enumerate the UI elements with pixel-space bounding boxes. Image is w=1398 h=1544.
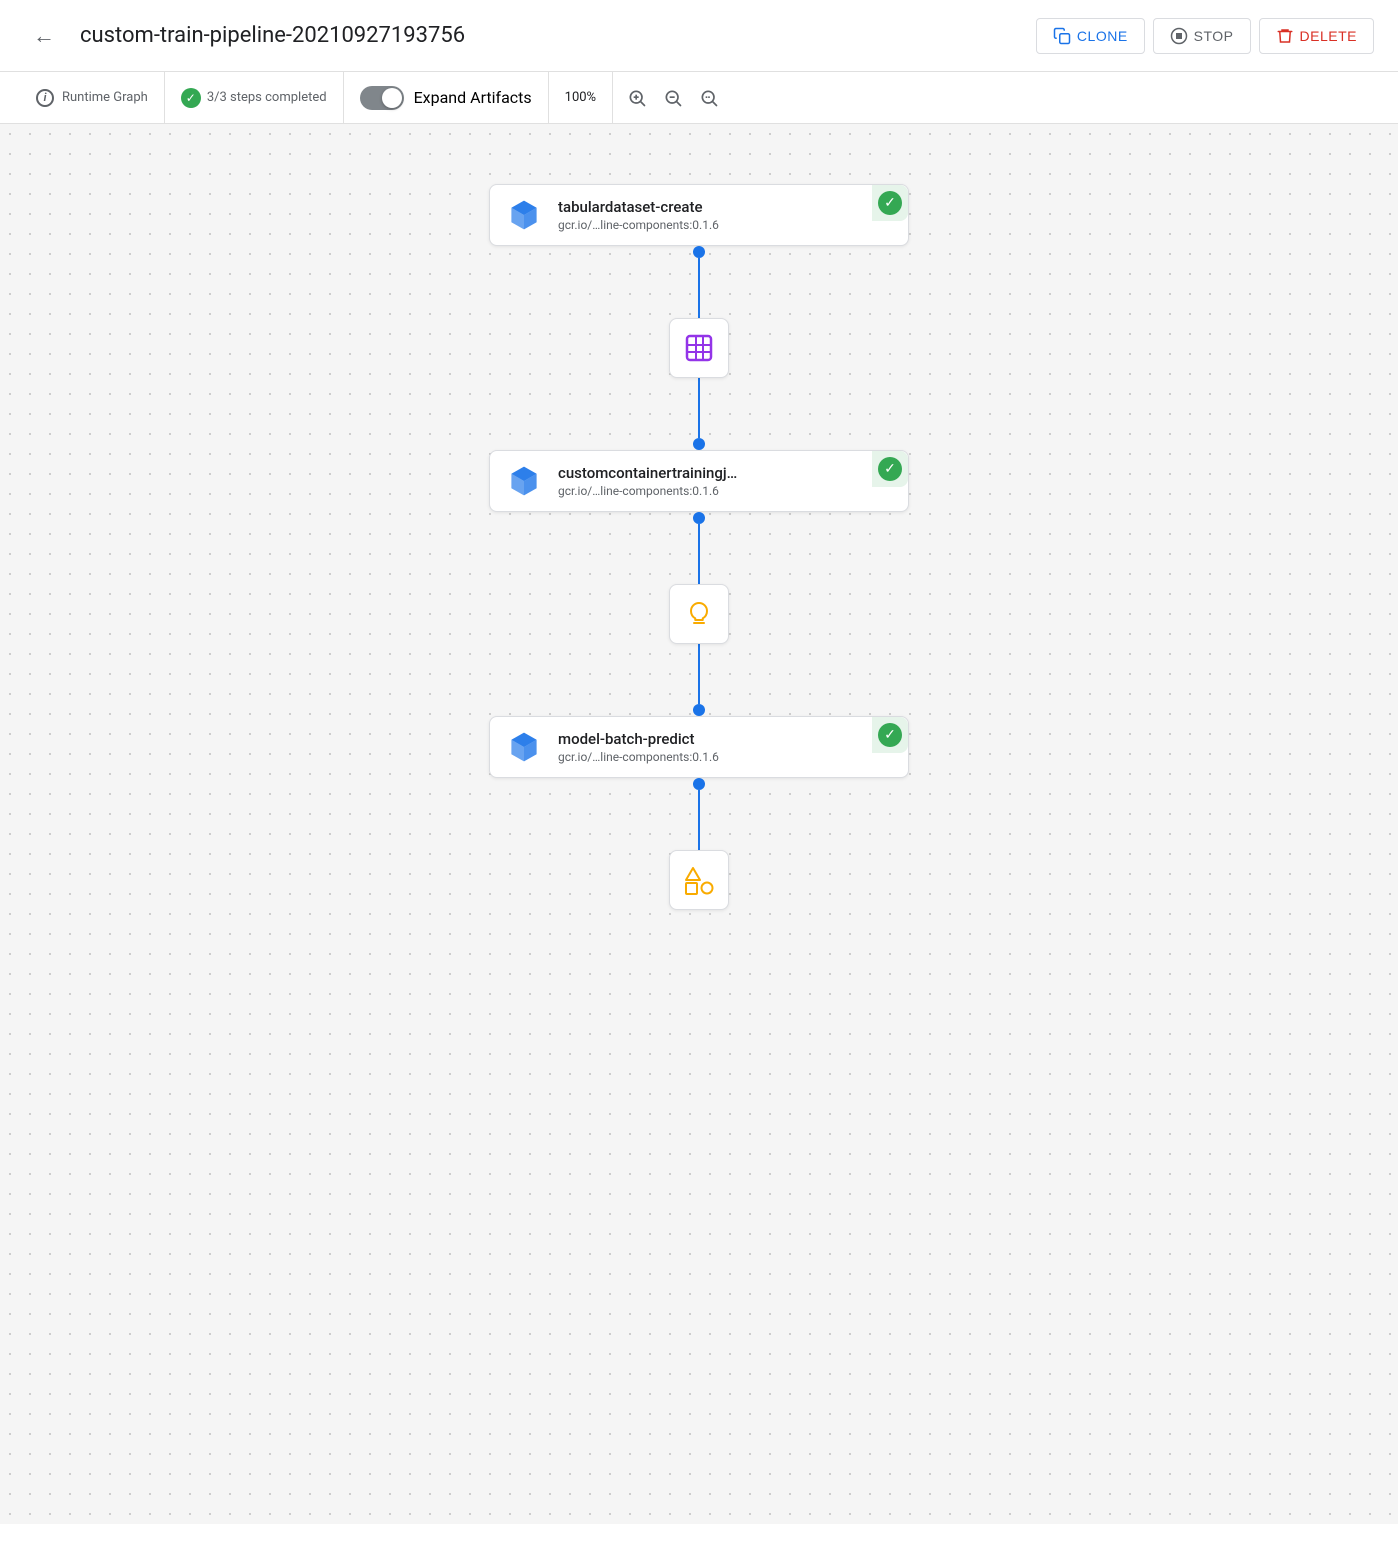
connector-segment-1: [693, 246, 705, 318]
toolbar: i Runtime Graph ✓ 3/3 steps completed Ex…: [0, 72, 1398, 124]
pipeline-node-model-batch-predict[interactable]: model-batch-predict gcr.io/…line-compone…: [489, 716, 909, 778]
steps-completed: ✓ 3/3 steps completed: [165, 72, 344, 123]
node-cube-icon: [506, 729, 542, 765]
steps-check-icon: ✓: [181, 88, 201, 108]
back-button[interactable]: ←: [24, 16, 64, 56]
output-artifact-icon: [682, 863, 716, 897]
connector-segment-3: [693, 512, 705, 584]
connector-segment-5: [693, 778, 705, 850]
page-title: custom-train-pipeline-20210927193756: [80, 23, 1020, 48]
node-name: customcontainertrainingj…: [558, 464, 892, 482]
expand-artifacts-toggle-container: Expand Artifacts: [344, 72, 549, 123]
zoom-in-button[interactable]: [621, 82, 653, 114]
tabular-dataset-icon: [683, 332, 715, 364]
node-name: tabulardataset-create: [558, 198, 892, 216]
status-check-icon: ✓: [878, 191, 902, 215]
status-check-icon: ✓: [878, 723, 902, 747]
runtime-graph-btn[interactable]: i Runtime Graph: [20, 72, 165, 123]
stop-icon: [1170, 27, 1188, 45]
clone-icon: [1053, 27, 1071, 45]
header: ← custom-train-pipeline-20210927193756 C…: [0, 0, 1398, 72]
zoom-in-icon: [627, 88, 647, 108]
connector-segment-2: [693, 378, 705, 450]
pipeline-node-tabulardataset-create[interactable]: tabulardataset-create gcr.io/…line-compo…: [489, 184, 909, 246]
info-icon: i: [36, 89, 54, 107]
status-check-icon: ✓: [878, 457, 902, 481]
pipeline-node-customcontainertraining[interactable]: customcontainertrainingj… gcr.io/…line-c…: [489, 450, 909, 512]
delete-icon: [1276, 27, 1294, 45]
model-artifact-icon: [683, 598, 715, 630]
toggle-knob: [382, 88, 402, 108]
connector-dot: [693, 778, 705, 790]
node-info: customcontainertrainingj… gcr.io/…line-c…: [558, 464, 892, 498]
zoom-out-icon: [663, 88, 683, 108]
node-cube-icon: [506, 463, 542, 499]
node-info: tabulardataset-create gcr.io/…line-compo…: [558, 198, 892, 232]
zoom-fit-icon: [699, 88, 719, 108]
pipeline-canvas[interactable]: tabulardataset-create gcr.io/…line-compo…: [0, 124, 1398, 1524]
connector-line: [698, 378, 700, 438]
connector-line: [698, 644, 700, 704]
header-actions: CLONE STOP DELETE: [1036, 18, 1374, 54]
zoom-out-button[interactable]: [657, 82, 689, 114]
clone-button[interactable]: CLONE: [1036, 18, 1145, 54]
connector-line: [698, 790, 700, 850]
delete-button[interactable]: DELETE: [1259, 18, 1374, 54]
node-subtitle: gcr.io/…line-components:0.1.6: [558, 484, 892, 498]
connector-dot: [693, 704, 705, 716]
zoom-fit-button[interactable]: [693, 82, 725, 114]
connector-segment-4: [693, 644, 705, 716]
stop-button[interactable]: STOP: [1153, 18, 1251, 54]
zoom-level-display: 100%: [549, 72, 613, 123]
artifact-node-tabular[interactable]: [669, 318, 729, 378]
zoom-controls: [613, 72, 733, 123]
node-subtitle: gcr.io/…line-components:0.1.6: [558, 750, 892, 764]
pipeline-graph: tabulardataset-create gcr.io/…line-compo…: [489, 184, 909, 910]
node-status-badge: ✓: [872, 717, 908, 753]
connector-dot: [693, 246, 705, 258]
connector-line: [698, 258, 700, 318]
node-info: model-batch-predict gcr.io/…line-compone…: [558, 730, 892, 764]
node-status-badge: ✓: [872, 451, 908, 487]
artifact-node-output[interactable]: [669, 850, 729, 910]
expand-artifacts-toggle[interactable]: [360, 86, 404, 110]
node-subtitle: gcr.io/…line-components:0.1.6: [558, 218, 892, 232]
node-name: model-batch-predict: [558, 730, 892, 748]
artifact-node-model[interactable]: [669, 584, 729, 644]
connector-dot: [693, 512, 705, 524]
node-status-badge: ✓: [872, 185, 908, 221]
connector-line: [698, 524, 700, 584]
connector-dot: [693, 438, 705, 450]
node-cube-icon: [506, 197, 542, 233]
